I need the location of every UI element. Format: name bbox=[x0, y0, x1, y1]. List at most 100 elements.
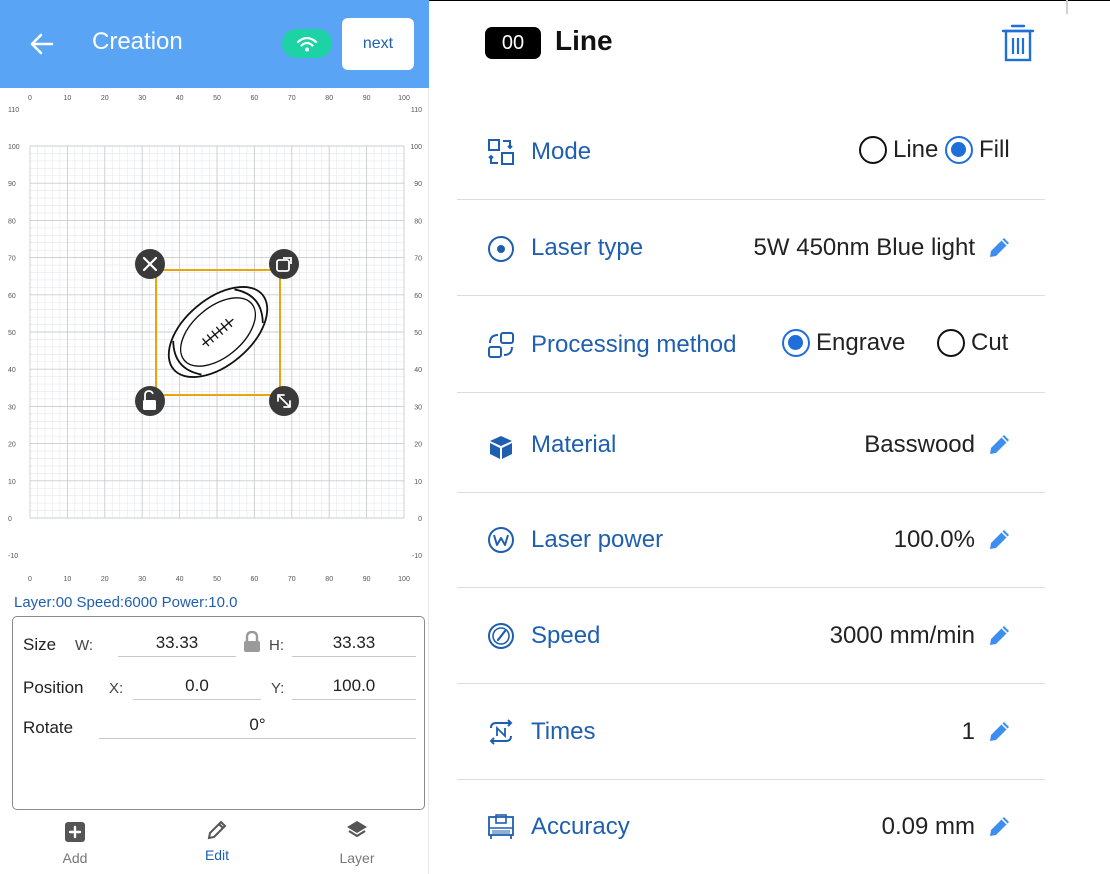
nav-add[interactable]: Add bbox=[25, 812, 125, 874]
delete-layer-button[interactable] bbox=[1000, 21, 1036, 63]
x-tick-label: 10 bbox=[64, 95, 72, 102]
cut-label: Cut bbox=[971, 329, 1009, 356]
wifi-status-button[interactable] bbox=[282, 29, 332, 58]
laser-type-value: 5W 450nm Blue light bbox=[753, 234, 975, 261]
x-tick-label: 10 bbox=[64, 576, 72, 583]
rotate-field[interactable] bbox=[99, 711, 416, 739]
next-button[interactable]: next bbox=[342, 18, 414, 70]
x-label: X: bbox=[109, 680, 124, 697]
edit-pencil-icon[interactable] bbox=[987, 431, 1013, 457]
nav-edit-label: Edit bbox=[204, 847, 230, 863]
editor-panel: Creation next 0 0 10 10 20 20 30 30 40 40 50 50 60 60… bbox=[0, 0, 429, 874]
y-label: Y: bbox=[271, 680, 285, 697]
x-tick-label: 100 bbox=[398, 95, 410, 102]
y-tick-label: 50 bbox=[8, 330, 16, 337]
x-tick-label: 20 bbox=[101, 576, 109, 583]
material-label: Material bbox=[531, 431, 617, 458]
y-tick-label: 40 bbox=[414, 367, 422, 374]
times-label: Times bbox=[531, 718, 596, 745]
laser-power-row[interactable]: Laser power 100.0% bbox=[457, 492, 1045, 588]
scroll-indicator[interactable] bbox=[1066, 0, 1068, 14]
y-tick-label: 30 bbox=[414, 404, 422, 411]
speed-row[interactable]: Speed 3000 mm/min bbox=[457, 588, 1045, 684]
resize-handle[interactable] bbox=[269, 386, 299, 416]
y-tick-label: 60 bbox=[414, 293, 422, 300]
x-field[interactable] bbox=[133, 672, 261, 700]
y-tick-label: -10 bbox=[8, 553, 18, 560]
lock-handle[interactable] bbox=[135, 386, 165, 416]
laser-power-value: 100.0% bbox=[893, 526, 975, 553]
times-row[interactable]: Times 1 bbox=[457, 684, 1045, 780]
lock-icon[interactable] bbox=[243, 630, 261, 653]
x-tick-label: 20 bbox=[101, 95, 109, 102]
y-tick-label: 100 bbox=[410, 144, 422, 151]
edit-pencil-icon[interactable] bbox=[987, 718, 1013, 744]
nav-edit[interactable]: Edit bbox=[167, 812, 267, 874]
x-tick-label: 50 bbox=[213, 576, 221, 583]
y-tick-label: 100 bbox=[8, 144, 20, 151]
height-label: H: bbox=[269, 637, 284, 654]
material-row[interactable]: Material Basswood bbox=[457, 397, 1045, 493]
rotate-label: Rotate bbox=[23, 718, 74, 737]
mode-fill-label: Fill bbox=[979, 136, 1010, 163]
y-tick-label: 30 bbox=[8, 404, 16, 411]
y-tick-label: 60 bbox=[8, 293, 16, 300]
processing-icon bbox=[488, 332, 514, 358]
nav-add-label: Add bbox=[62, 850, 88, 866]
y-tick-label: 90 bbox=[8, 181, 16, 188]
edit-pencil-icon[interactable] bbox=[987, 813, 1013, 839]
processing-method-row: Processing method Engrave Cut bbox=[457, 297, 1045, 393]
radio-on-icon bbox=[945, 136, 973, 164]
y-tick-label: 0 bbox=[418, 516, 422, 523]
app-header: Creation next bbox=[0, 0, 429, 88]
speed-label: Speed bbox=[531, 622, 601, 649]
layers-icon bbox=[347, 821, 367, 838]
speed-value: 3000 mm/min bbox=[829, 622, 975, 649]
width-field[interactable] bbox=[118, 629, 236, 657]
laser-type-row[interactable]: Laser type 5W 450nm Blue light bbox=[457, 200, 1045, 296]
mode-label: Mode bbox=[531, 138, 592, 165]
y-tick-label: -10 bbox=[412, 553, 422, 560]
nav-layer-label: Layer bbox=[339, 850, 375, 866]
edit-pencil-icon[interactable] bbox=[987, 622, 1013, 648]
layer-settings-panel: 00 Line Mode Line Fill Laser type 5W 450… bbox=[429, 0, 1110, 874]
size-label: Size bbox=[23, 635, 57, 654]
wifi-icon bbox=[296, 36, 318, 51]
laser-power-label: Laser power bbox=[531, 526, 664, 553]
layer-number-badge: 00 bbox=[485, 27, 541, 59]
design-canvas[interactable]: 0 0 10 10 20 20 30 30 40 40 50 50 60 60 70 70 80 80 90 90 10… bbox=[0, 88, 429, 596]
x-tick-label: 30 bbox=[138, 576, 146, 583]
x-tick-label: 0 bbox=[28, 95, 32, 102]
accuracy-label: Accuracy bbox=[531, 813, 630, 840]
engrave-radio[interactable]: Engrave bbox=[782, 329, 905, 357]
x-tick-label: 70 bbox=[288, 576, 296, 583]
page-title: Creation bbox=[92, 28, 183, 55]
x-tick-label: 50 bbox=[213, 95, 221, 102]
x-tick-label: 60 bbox=[251, 95, 259, 102]
y-field[interactable] bbox=[292, 672, 416, 700]
engrave-label: Engrave bbox=[816, 329, 906, 356]
processing-method-label: Processing method bbox=[531, 331, 737, 358]
trash-icon bbox=[1001, 24, 1035, 62]
y-tick-label: 70 bbox=[8, 256, 16, 263]
x-tick-label: 40 bbox=[176, 95, 184, 102]
accuracy-row[interactable]: Accuracy 0.09 mm bbox=[457, 779, 1045, 874]
delete-handle[interactable] bbox=[135, 249, 165, 279]
back-button[interactable] bbox=[26, 24, 58, 64]
layer-status-text: Layer:00 Speed:6000 Power:10.0 bbox=[14, 594, 238, 611]
machine-icon bbox=[488, 814, 514, 839]
laser-type-label: Laser type bbox=[531, 234, 644, 261]
x-tick-label: 80 bbox=[325, 576, 333, 583]
y-tick-label: 80 bbox=[8, 218, 16, 225]
target-icon bbox=[488, 236, 514, 262]
nav-layer[interactable]: Layer bbox=[307, 812, 407, 874]
cut-radio[interactable]: Cut bbox=[937, 329, 1008, 357]
edit-pencil-icon[interactable] bbox=[987, 234, 1013, 260]
edit-pencil-icon[interactable] bbox=[987, 526, 1013, 552]
rotate-handle[interactable] bbox=[269, 249, 299, 279]
material-value: Basswood bbox=[864, 431, 975, 458]
x-tick-label: 80 bbox=[325, 95, 333, 102]
mode-fill-radio[interactable]: Fill bbox=[945, 136, 1010, 164]
height-field[interactable] bbox=[292, 629, 416, 657]
mode-line-radio[interactable]: Line bbox=[859, 136, 938, 164]
